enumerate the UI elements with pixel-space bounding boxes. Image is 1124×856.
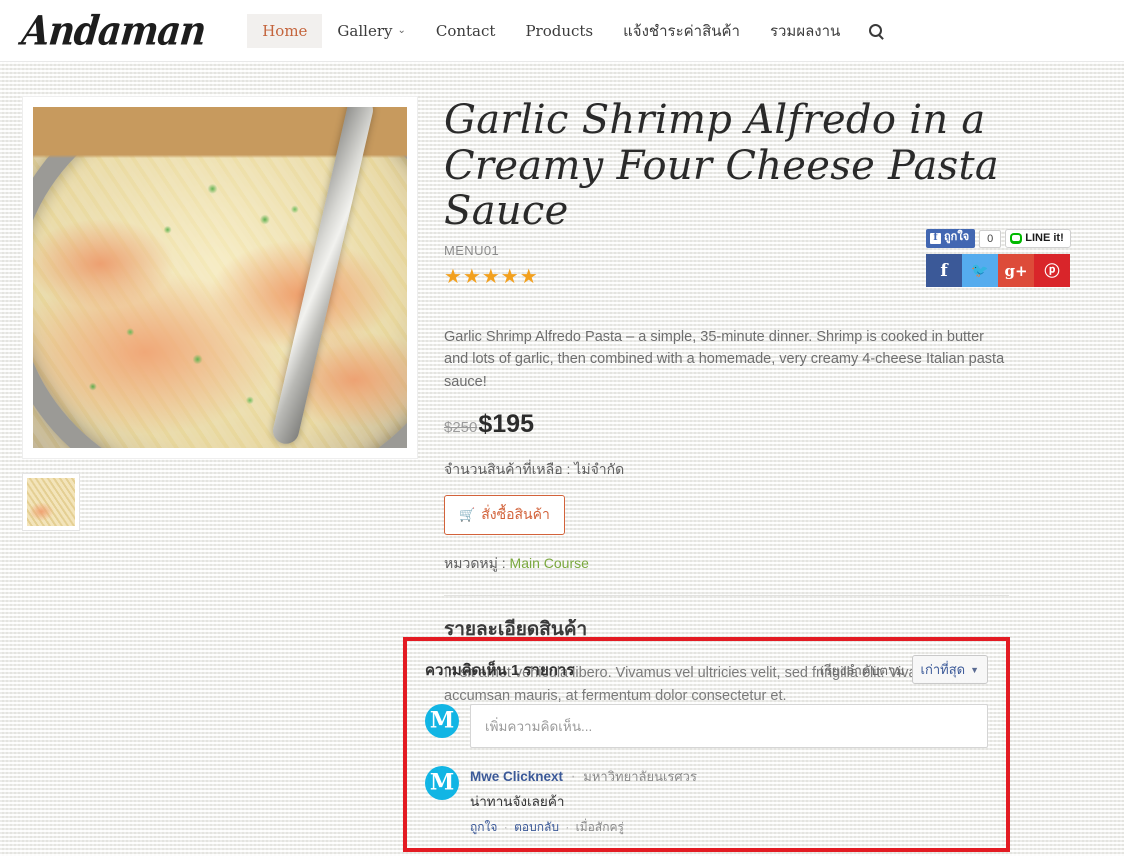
- avatar: M: [425, 704, 459, 738]
- nav-item-label: Home: [262, 21, 308, 40]
- price-original: $250: [444, 419, 478, 437]
- comment-author[interactable]: Mwe Clicknext: [470, 769, 563, 784]
- nav-item-label: Products: [525, 21, 594, 40]
- line-share-button[interactable]: LINE it!: [1005, 229, 1071, 248]
- nav-item-payment-notify[interactable]: แจ้งชำระค่าสินค้า: [608, 11, 755, 51]
- search-icon: [869, 24, 883, 37]
- comment-timestamp: เมื่อสักครู่: [575, 820, 624, 834]
- nav-item-gallery[interactable]: Gallery ⌄: [322, 14, 420, 48]
- photo-herb-garnish: [33, 107, 407, 448]
- thumbnail-image: [27, 478, 75, 526]
- comment-reply-link[interactable]: ตอบกลับ: [514, 820, 559, 834]
- line-share-label: LINE it!: [1025, 232, 1064, 244]
- nav-item-contact[interactable]: Contact: [421, 14, 511, 48]
- nav-item-label: รวมผลงาน: [769, 21, 841, 40]
- comments-sort-label: เรียงลำดับตาม: [819, 662, 905, 678]
- product-gallery: [22, 96, 418, 707]
- comment-input[interactable]: เพิ่มความคิดเห็น...: [470, 704, 988, 748]
- thumbnail-strip: [22, 473, 418, 531]
- product-description: Garlic Shrimp Alfredo Pasta – a simple, …: [444, 328, 1005, 390]
- product-category: หมวดหมู่ : Main Course: [444, 553, 1102, 575]
- avatar-letter: M: [429, 769, 455, 796]
- comment-affiliation: มหาวิทยาลัยนเรศวร: [583, 769, 697, 784]
- category-label: หมวดหมู่ :: [444, 555, 506, 572]
- comments-header: ความคิดเห็น 1 รายการ เรียงลำดับตาม เก่าท…: [425, 655, 988, 684]
- chevron-down-icon: ⌄: [397, 25, 406, 36]
- shrimp-pasta-photo: [33, 107, 407, 448]
- thumbnail-1[interactable]: [22, 473, 80, 531]
- order-button-label: สั่งซื้อสินค้า: [481, 506, 550, 523]
- comment-separator: ·: [503, 820, 508, 834]
- cart-icon: 🛒: [459, 507, 476, 523]
- section-divider: [444, 595, 1009, 597]
- facebook-like-button[interactable]: f ถูกใจ: [926, 229, 976, 248]
- social-share-widget: f ถูกใจ 0 LINE it! f 🐦 g+ ⓟ: [926, 229, 1088, 287]
- nav-item-products[interactable]: Products: [510, 14, 608, 48]
- comment-separator: ·: [570, 768, 576, 785]
- comments-sort-select[interactable]: เก่าที่สุด ▼: [911, 655, 988, 684]
- price-current: $195: [478, 410, 534, 439]
- facebook-share-button[interactable]: f: [926, 254, 962, 287]
- comments-sort-value: เก่าที่สุด: [920, 662, 966, 677]
- share-button-row: f 🐦 g+ ⓟ: [926, 254, 1088, 287]
- order-button[interactable]: 🛒 สั่งซื้อสินค้า: [444, 495, 565, 536]
- pinterest-share-button[interactable]: ⓟ: [1034, 254, 1070, 287]
- nav-item-home[interactable]: Home: [247, 13, 323, 48]
- price-row: $250 $195: [444, 410, 1102, 439]
- nav-item-label: Gallery: [337, 21, 393, 40]
- site-logo[interactable]: Andaman: [20, 7, 217, 54]
- line-icon: [1010, 232, 1023, 244]
- stock-status: จำนวนสินค้าที่เหลือ : ไม่จำกัด: [444, 461, 625, 478]
- category-link[interactable]: Main Course: [510, 555, 589, 571]
- comment-author-line: Mwe Clicknext · มหาวิทยาลัยนเรศวร: [470, 766, 697, 787]
- nav-item-portfolio[interactable]: รวมผลงาน: [755, 11, 855, 51]
- search-button[interactable]: [855, 16, 896, 45]
- social-top-row: f ถูกใจ 0 LINE it!: [926, 229, 1088, 248]
- facebook-like-count: 0: [979, 229, 1002, 248]
- nav-item-label: แจ้งชำระค่าสินค้า: [623, 21, 740, 40]
- comment-like-link[interactable]: ถูกใจ: [470, 820, 497, 834]
- facebook-like-label: ถูกใจ: [944, 231, 970, 244]
- comment-compose-row: M เพิ่มความคิดเห็น...: [425, 704, 988, 748]
- avatar-letter: M: [429, 707, 455, 734]
- comment-item: M Mwe Clicknext · มหาวิทยาลัยนเรศวร น่าท…: [425, 766, 988, 837]
- comment-text: น่าทานจังเลยค้า: [470, 794, 565, 809]
- main-navigation: Home Gallery ⌄ Contact Products แจ้งชำระ…: [247, 0, 896, 61]
- comments-count: ความคิดเห็น 1 รายการ: [425, 661, 575, 679]
- googleplus-share-button[interactable]: g+: [998, 254, 1034, 287]
- comment-separator: ·: [565, 820, 570, 834]
- page-content: Garlic Shrimp Alfredo in a Creamy Four C…: [0, 62, 1124, 707]
- nav-item-label: Contact: [435, 21, 496, 40]
- product-main-image[interactable]: [22, 96, 418, 459]
- product-title: Garlic Shrimp Alfredo in a Creamy Four C…: [444, 97, 999, 235]
- comments-sort: เรียงลำดับตาม เก่าที่สุด ▼: [820, 655, 988, 684]
- twitter-share-button[interactable]: 🐦: [962, 254, 998, 287]
- avatar: M: [425, 766, 459, 800]
- product-detail: Garlic Shrimp Alfredo in a Creamy Four C…: [444, 96, 1102, 707]
- site-header: Andaman Home Gallery ⌄ Contact Products …: [0, 0, 1124, 62]
- comment-actions: ถูกใจ · ตอบกลับ · เมื่อสักครู่: [470, 818, 697, 837]
- comment-body: Mwe Clicknext · มหาวิทยาลัยนเรศวร น่าทาน…: [470, 766, 697, 837]
- chevron-down-icon: ▼: [970, 664, 979, 675]
- facebook-icon: f: [930, 232, 941, 244]
- comments-section-highlight: ความคิดเห็น 1 รายการ เรียงลำดับตาม เก่าท…: [403, 637, 1010, 852]
